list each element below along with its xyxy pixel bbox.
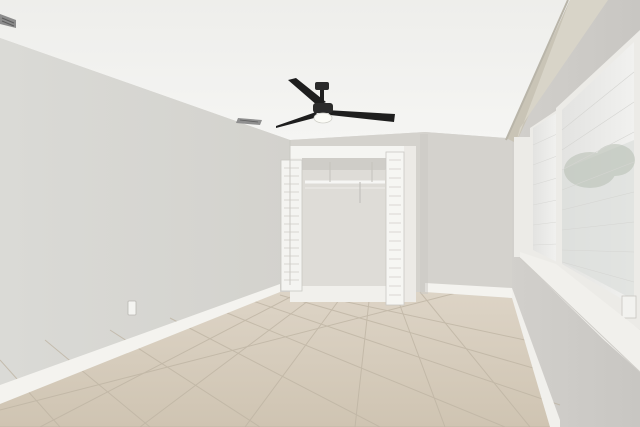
closet-interior-shadow bbox=[302, 158, 398, 170]
window-frame bbox=[514, 137, 530, 257]
room-photo bbox=[0, 0, 640, 427]
closet-interior bbox=[302, 158, 398, 286]
bifold-door-left[interactable] bbox=[280, 159, 303, 292]
wall-outlet bbox=[127, 300, 137, 316]
fan-light bbox=[313, 112, 333, 124]
bifold-door-right[interactable] bbox=[385, 151, 405, 306]
window-latch[interactable] bbox=[621, 295, 637, 319]
back-wall-corner-shadow bbox=[420, 134, 428, 294]
fan-canopy bbox=[315, 82, 329, 90]
fan-motor bbox=[313, 103, 333, 113]
closet-jamb-right bbox=[404, 146, 416, 302]
